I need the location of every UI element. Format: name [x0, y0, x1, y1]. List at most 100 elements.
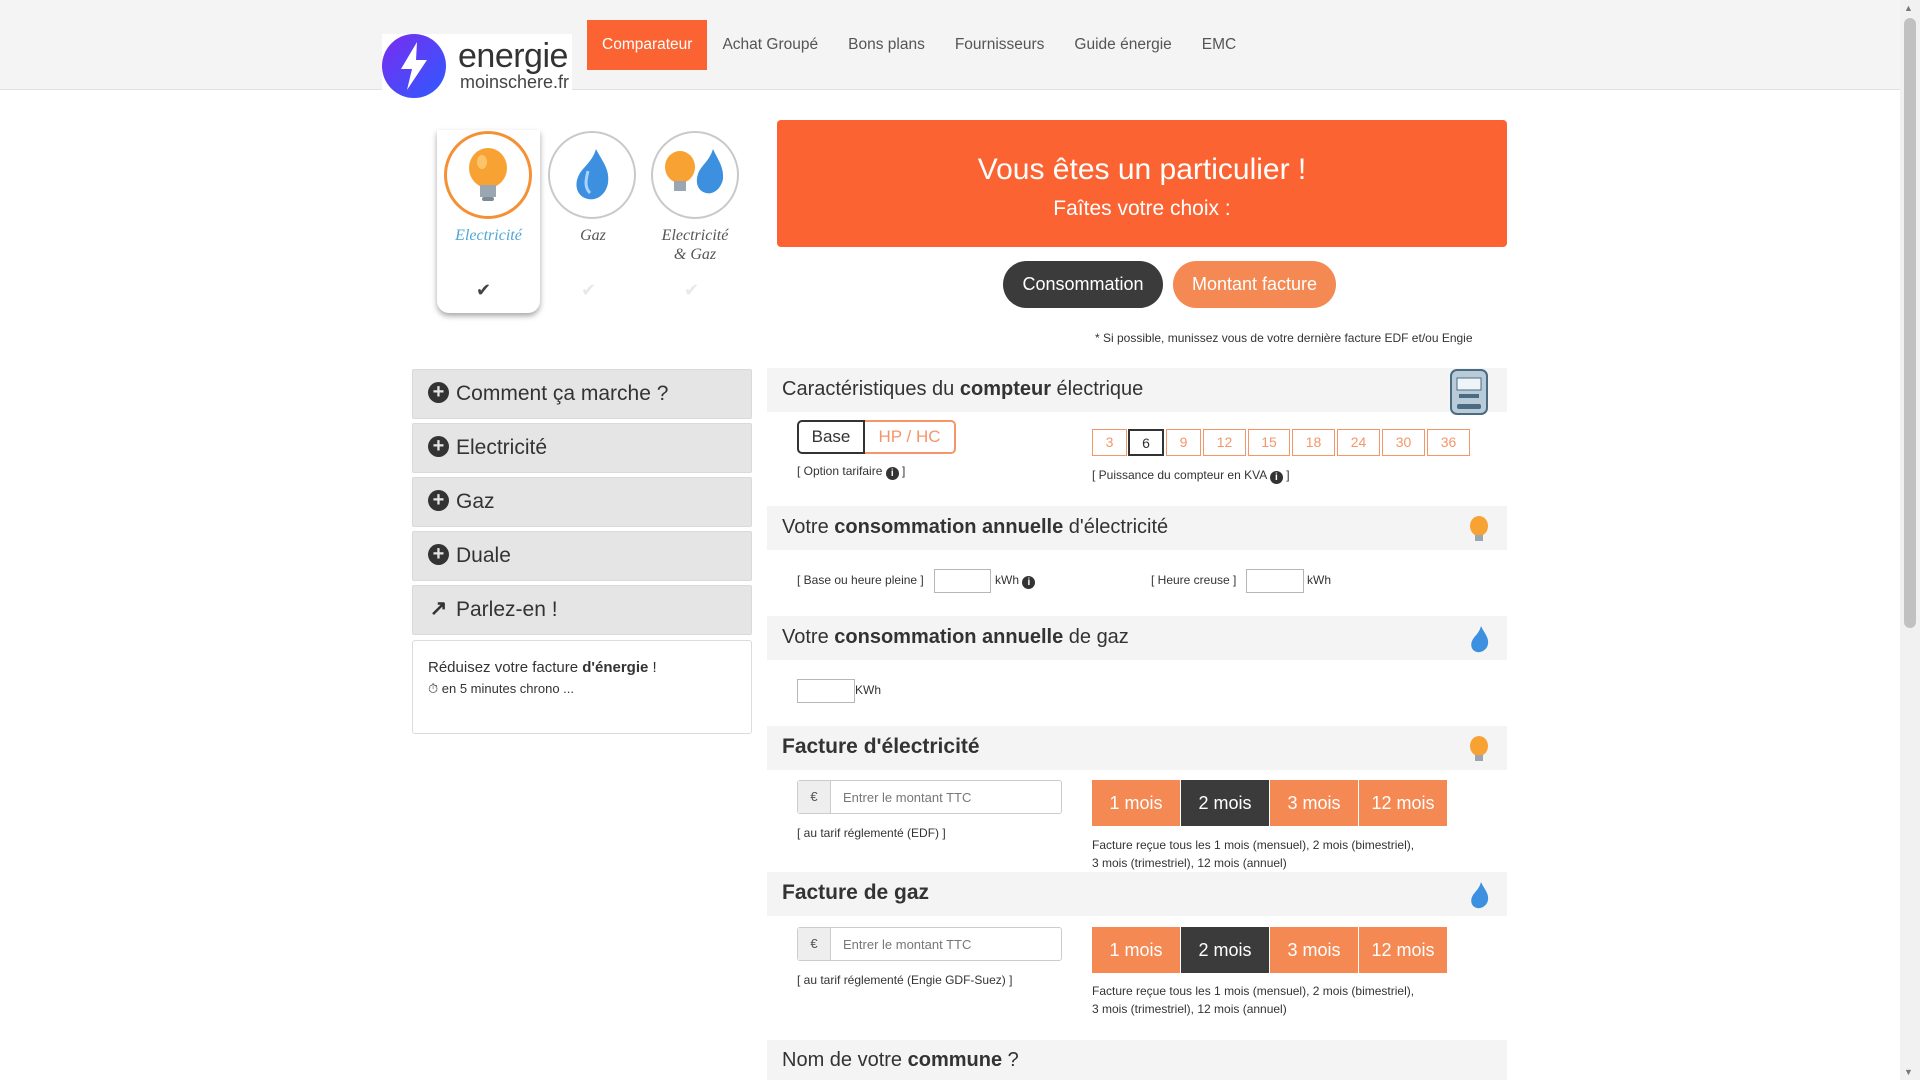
base-label: [ Base ou heure pleine ] [797, 573, 924, 587]
tarif-label: [ au tarif réglementé (Engie GDF-Suez) ] [797, 973, 1013, 987]
bulb-icon [1470, 736, 1488, 761]
accordion-label: Comment ça marche ? [456, 382, 669, 405]
kva-option[interactable]: 6 [1128, 429, 1164, 456]
check-icon: ✔ [684, 280, 700, 300]
period-12-mois[interactable]: 12 mois [1359, 780, 1447, 826]
creuse-label: [ Heure creuse ] [1151, 573, 1237, 587]
period-description: Facture reçue tous les 1 mois (mensuel),… [1092, 984, 1415, 1016]
accordion-label: Electricité [456, 436, 548, 459]
kva-option[interactable]: 9 [1166, 429, 1201, 456]
main-nav: Comparateur Achat Groupé Bons plans Four… [587, 20, 1251, 70]
info-icon[interactable]: i [1269, 471, 1283, 484]
lightning-logo-icon [382, 34, 446, 98]
facture-elec-input[interactable]: € Entrer le montant TTC [797, 780, 1062, 814]
gas-flame-icon [1471, 882, 1489, 909]
kva-option[interactable]: 24 [1337, 429, 1380, 456]
kva-option[interactable]: 3 [1092, 429, 1127, 456]
conso-base-input[interactable] [934, 569, 991, 593]
scroll-thumb[interactable] [1904, 18, 1916, 628]
section-facture-elec: Facture d'électricité [767, 726, 1507, 770]
period-3-mois[interactable]: 3 mois [1270, 927, 1358, 973]
accordion-comment-ca-marche[interactable]: + Comment ça marche ? [412, 369, 752, 419]
nav-guide-energie[interactable]: Guide énergie [1059, 20, 1186, 70]
section-facture-gaz: Facture de gaz [767, 872, 1507, 916]
nav-achat-groupe[interactable]: Achat Groupé [707, 20, 833, 70]
accordion-label: Duale [456, 544, 511, 567]
page-scrollbar[interactable]: ▲ ▼ [1900, 0, 1920, 1080]
period-description: Facture reçue tous les 1 mois (mensuel),… [1092, 838, 1415, 870]
section-title: Votre consommation annuelle d'électricit… [782, 516, 1169, 538]
banner-title: Vous êtes un particulier ! [977, 153, 1307, 186]
info-icon[interactable]: i [1022, 576, 1036, 589]
accordion-label: Parlez-en ! [456, 598, 558, 621]
conso-gaz-input[interactable] [797, 679, 855, 703]
section-compteur: Caractéristiques du compteur électrique [767, 368, 1507, 415]
bulb-icon[interactable] [444, 131, 532, 219]
input-placeholder: Entrer le montant TTC [843, 937, 972, 952]
check-icon: ✔ [476, 280, 492, 300]
nav-bons-plans[interactable]: Bons plans [833, 20, 940, 70]
facture-gaz-input[interactable]: € Entrer le montant TTC [797, 927, 1062, 961]
plus-circle-icon: + [428, 382, 449, 403]
section-conso-elec: Votre consommation annuelle d'électricit… [767, 506, 1507, 550]
plus-circle-icon: + [428, 544, 449, 565]
top-header: energie moinschere.fr Comparateur Achat … [0, 0, 1900, 100]
accordion-gaz[interactable]: + Gaz [412, 477, 752, 527]
consommation-button[interactable]: Consommation [1003, 261, 1163, 308]
conso-creuse-input[interactable] [1246, 569, 1304, 593]
period-1-mois[interactable]: 1 mois [1092, 780, 1180, 826]
kva-option[interactable]: 15 [1248, 429, 1290, 456]
kva-option[interactable]: 36 [1427, 429, 1470, 456]
gas-flame-icon [1471, 626, 1489, 653]
section-conso-gaz: Votre consommation annuelle de gaz [767, 616, 1507, 660]
plus-circle-icon: + [428, 436, 449, 457]
period-2-mois[interactable]: 2 mois [1181, 927, 1269, 973]
bulb-icon [1470, 516, 1488, 541]
kva-option[interactable]: 30 [1382, 429, 1425, 456]
section-title: Facture de gaz [782, 881, 930, 904]
euro-addon: € [798, 928, 831, 960]
plus-circle-icon: + [428, 490, 449, 511]
nav-fournisseurs[interactable]: Fournisseurs [940, 20, 1060, 70]
accordion-electricite[interactable]: + Electricité [412, 423, 752, 473]
energy-label-duale: Electricité & Gaz [661, 227, 729, 263]
profile-banner: Vous êtes un particulier ! Faîtes votre … [777, 120, 1507, 247]
scroll-up-icon[interactable]: ▲ [1904, 3, 1913, 13]
logo-subtext: moinschere.fr [460, 72, 570, 92]
kva-label: [ Puissance du compteur en KVA i ] [1092, 468, 1290, 484]
promo-box: Réduisez votre facture d'énergie ! ⏱ en … [412, 640, 752, 734]
nav-comparateur[interactable]: Comparateur [587, 20, 708, 70]
section-title: Caractéristiques du compteur électrique [782, 378, 1144, 400]
montant-facture-button[interactable]: Montant facture [1173, 261, 1336, 308]
gas-flame-icon[interactable] [548, 131, 636, 219]
info-icon[interactable]: i [885, 467, 899, 480]
input-placeholder: Entrer le montant TTC [843, 790, 972, 805]
option-hphc-button[interactable]: HP / HC [865, 420, 956, 454]
site-logo[interactable]: energie moinschere.fr [382, 34, 572, 100]
kva-option[interactable]: 18 [1292, 429, 1335, 456]
promo-subtext: ⏱ en 5 minutes chrono ... [428, 681, 575, 696]
meter-icon [1450, 369, 1488, 415]
period-1-mois[interactable]: 1 mois [1092, 927, 1180, 973]
energy-label-electricite: Electricité [455, 227, 522, 244]
period-3-mois[interactable]: 3 mois [1270, 780, 1358, 826]
kva-option[interactable]: 12 [1203, 429, 1246, 456]
stopwatch-icon: ⏱ [428, 681, 439, 696]
bulb-and-flame-icon[interactable] [651, 131, 739, 219]
accordion-parlez-en[interactable]: ↗ Parlez-en ! [412, 585, 752, 635]
period-12-mois[interactable]: 12 mois [1359, 927, 1447, 973]
kwh-unit: kWh [1307, 573, 1331, 587]
section-title: Facture d'électricité [782, 735, 980, 758]
period-2-mois[interactable]: 2 mois [1181, 780, 1269, 826]
kwh-unit: kWh i [995, 573, 1036, 589]
nav-emc[interactable]: EMC [1187, 20, 1251, 70]
promo-text: Réduisez votre facture d'énergie ! [428, 659, 657, 676]
option-base-button[interactable]: Base [797, 420, 865, 454]
section-commune: Nom de votre commune ? [767, 1040, 1507, 1080]
logo-text: energie [458, 37, 568, 75]
section-title: Nom de votre commune ? [782, 1049, 1019, 1071]
scroll-down-icon[interactable]: ▼ [1904, 1067, 1913, 1077]
section-title: Votre consommation annuelle de gaz [782, 626, 1129, 648]
accordion-label: Gaz [456, 490, 495, 513]
accordion-duale[interactable]: + Duale [412, 531, 752, 581]
